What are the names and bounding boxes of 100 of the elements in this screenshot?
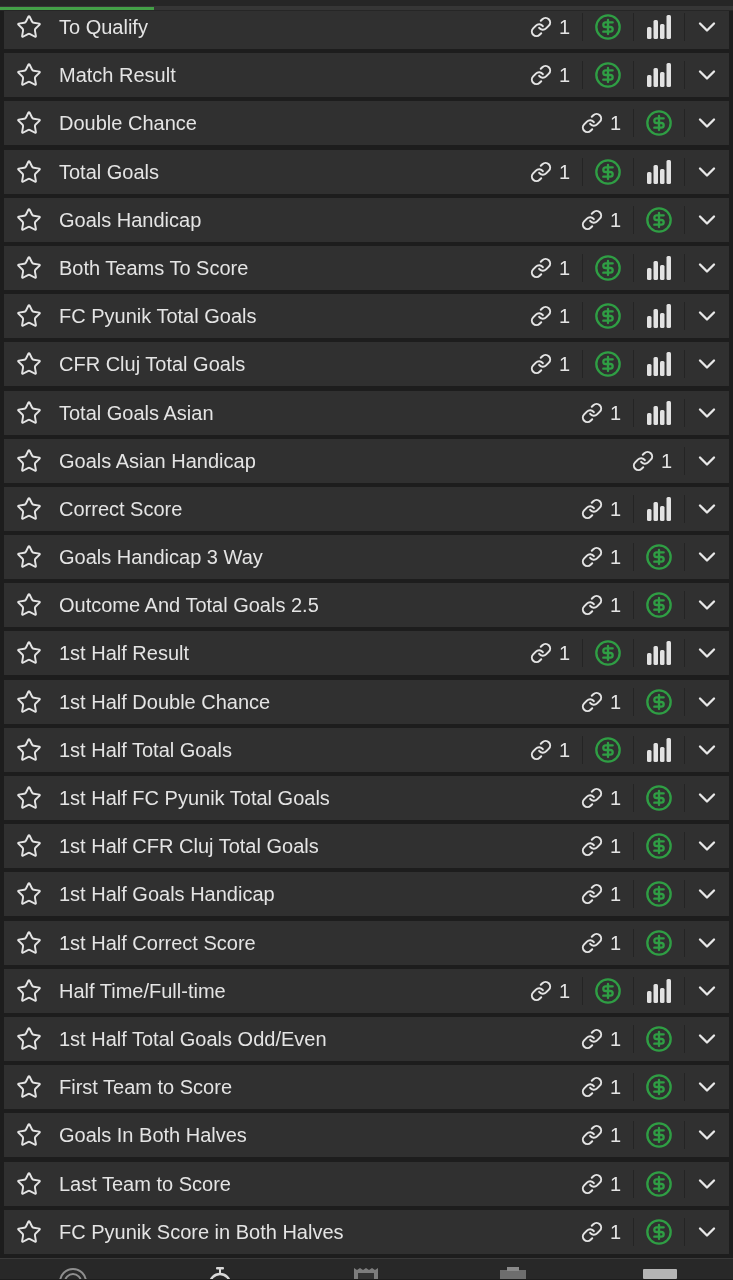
market-row[interactable]: 1st Half Goals Handicap 1: [4, 872, 729, 917]
market-row[interactable]: 1st Half Double Chance 1: [4, 679, 729, 724]
market-row[interactable]: Goals Handicap 3 Way 1: [4, 535, 729, 580]
bar-chart-icon[interactable]: [646, 254, 672, 281]
market-name: 1st Half CFR Cluj Total Goals: [59, 834, 319, 859]
star-icon[interactable]: [16, 62, 42, 89]
card-icon[interactable]: [498, 1267, 529, 1279]
star-icon[interactable]: [16, 544, 42, 571]
link-icon: [580, 1027, 603, 1050]
market-row[interactable]: FC Pyunik Total Goals 1: [4, 294, 729, 339]
market-row[interactable]: 1st Half Total Goals Odd/Even 1: [4, 1016, 729, 1061]
link-icon: [529, 16, 552, 38]
star-icon[interactable]: [16, 640, 42, 667]
market-row[interactable]: Goals In Both Halves 1: [4, 1113, 729, 1158]
star-icon[interactable]: [16, 785, 42, 811]
bar-chart-icon[interactable]: [646, 640, 672, 667]
bar-chart-icon[interactable]: [646, 399, 672, 426]
market-row[interactable]: 1st Half Total Goals 1: [4, 727, 729, 772]
link-icon: [631, 449, 654, 472]
bar-chart-icon[interactable]: [646, 495, 672, 522]
star-icon[interactable]: [16, 110, 42, 137]
rectangle-icon[interactable]: [642, 1269, 677, 1279]
market-row[interactable]: To Qualify 1: [4, 11, 729, 49]
link-count: 1: [558, 641, 570, 666]
star-icon[interactable]: [16, 399, 42, 426]
market-name: Goals In Both Halves: [59, 1123, 247, 1148]
market-name: Total Goals: [59, 159, 160, 184]
market-name: To Qualify: [59, 15, 148, 39]
link-icon: [580, 1076, 603, 1099]
market-row[interactable]: Double Chance 1: [4, 101, 729, 146]
star-icon[interactable]: [16, 351, 42, 378]
star-icon[interactable]: [16, 206, 42, 233]
bar-chart-icon[interactable]: [646, 303, 672, 330]
market-name: Both Teams To Score: [59, 255, 249, 280]
star-icon[interactable]: [16, 688, 42, 715]
market-row[interactable]: 1st Half Correct Score 1: [4, 920, 729, 965]
star-icon[interactable]: [16, 833, 42, 860]
link-count: 1: [609, 1219, 621, 1244]
link-count: 1: [609, 786, 621, 810]
star-icon[interactable]: [16, 1170, 42, 1197]
link-icon: [580, 208, 603, 231]
link-count: 1: [609, 111, 621, 136]
link-count: 1: [660, 448, 672, 473]
market-row[interactable]: First Team to Score 1: [4, 1065, 729, 1110]
market-name: Goals Asian Handicap: [59, 448, 256, 473]
market-row[interactable]: 1st Half Result 1: [4, 631, 729, 676]
bar-chart-icon[interactable]: [646, 736, 672, 763]
star-icon[interactable]: [16, 495, 42, 522]
market-name: FC Pyunik Score in Both Halves: [59, 1219, 344, 1244]
bar-chart-icon[interactable]: [646, 977, 672, 1004]
star-icon[interactable]: [16, 1218, 42, 1245]
market-name: 1st Half Total Goals: [59, 737, 233, 762]
market-row[interactable]: 1st Half FC Pyunik Total Goals 1: [4, 776, 729, 820]
link-count: 1: [609, 593, 621, 618]
market-row[interactable]: Both Teams To Score 1: [4, 245, 729, 290]
link-count: 1: [609, 1075, 621, 1100]
link-icon: [580, 497, 603, 520]
link-icon: [529, 305, 552, 328]
link-icon: [580, 835, 603, 858]
bar-chart-icon[interactable]: [646, 62, 672, 89]
star-icon[interactable]: [16, 1122, 42, 1149]
link-icon: [529, 160, 552, 183]
star-icon[interactable]: [16, 447, 42, 474]
market-name: CFR Cluj Total Goals: [59, 352, 246, 377]
market-row[interactable]: Correct Score 1: [4, 486, 729, 531]
link-icon: [580, 594, 603, 617]
star-icon[interactable]: [16, 929, 42, 956]
market-row[interactable]: FC Pyunik Score in Both Halves 1: [4, 1209, 729, 1254]
star-icon[interactable]: [16, 1074, 42, 1101]
link-icon: [580, 1220, 603, 1243]
market-row[interactable]: Goals Handicap 1: [4, 197, 729, 242]
market-row[interactable]: Total Goals 1: [4, 149, 729, 194]
market-row[interactable]: Total Goals Asian 1: [4, 390, 729, 435]
link-count: 1: [558, 978, 570, 1003]
market-row[interactable]: 1st Half CFR Cluj Total Goals 1: [4, 824, 729, 869]
market-row[interactable]: Last Team to Score 1: [4, 1161, 729, 1206]
market-row[interactable]: Outcome And Total Goals 2.5 1: [4, 583, 729, 628]
star-icon[interactable]: [16, 881, 42, 908]
market-name: 1st Half Result: [59, 641, 190, 666]
link-icon: [580, 931, 603, 954]
market-name: 1st Half Correct Score: [59, 930, 256, 955]
bar-chart-icon[interactable]: [646, 158, 672, 185]
link-count: 1: [609, 400, 621, 425]
link-icon: [529, 979, 552, 1002]
star-icon[interactable]: [16, 1025, 42, 1052]
market-row[interactable]: Goals Asian Handicap 1: [4, 438, 729, 483]
star-icon[interactable]: [16, 303, 42, 330]
star-icon[interactable]: [16, 977, 42, 1004]
bar-chart-icon[interactable]: [646, 14, 672, 40]
market-row[interactable]: Half Time/Full-time 1: [4, 968, 729, 1013]
market-name: Total Goals Asian: [59, 400, 214, 425]
star-icon[interactable]: [16, 14, 42, 40]
market-row[interactable]: Match Result 1: [4, 53, 729, 98]
star-icon[interactable]: [16, 592, 42, 619]
market-row[interactable]: CFR Cluj Total Goals 1: [4, 342, 729, 387]
star-icon[interactable]: [16, 736, 42, 763]
star-icon[interactable]: [16, 158, 42, 185]
bar-chart-icon[interactable]: [646, 351, 672, 378]
market-name: Last Team to Score: [59, 1171, 231, 1196]
star-icon[interactable]: [16, 254, 42, 281]
